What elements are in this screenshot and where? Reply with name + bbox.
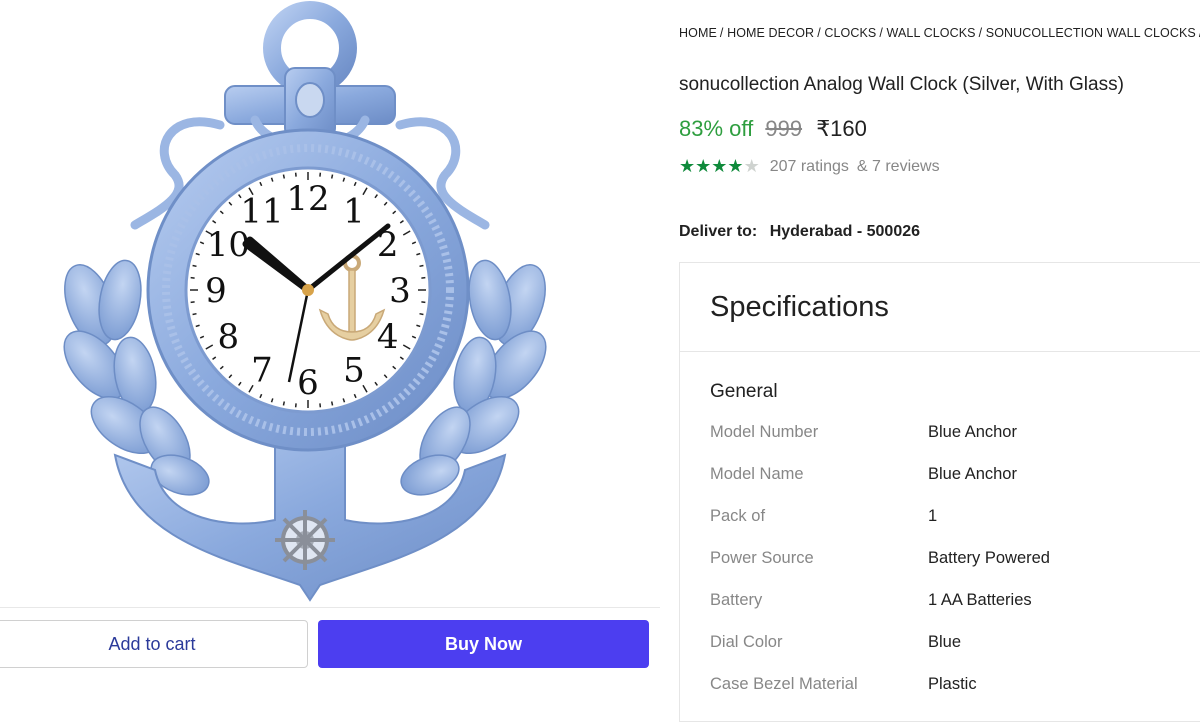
action-bar: Add to cart Buy Now xyxy=(0,607,660,698)
clock-numeral: 3 xyxy=(389,271,411,311)
discount-percent: 83% off xyxy=(679,116,753,141)
breadcrumb-home[interactable]: HOME xyxy=(679,26,717,40)
spec-value: 1 xyxy=(928,507,937,526)
spec-group-general: General xyxy=(710,381,778,403)
deliver-location-value: Hyderabad - 500026 xyxy=(770,223,920,240)
spec-value: Blue xyxy=(928,633,961,652)
breadcrumb: HOME/ HOME DECOR/ CLOCKS/ WALL CLOCKS/ S… xyxy=(679,26,1200,40)
reviews-count[interactable]: & 7 reviews xyxy=(857,158,940,176)
breadcrumb-home-decor[interactable]: HOME DECOR xyxy=(727,26,814,40)
spec-value: Blue Anchor xyxy=(928,423,1017,442)
clock-numeral: 5 xyxy=(343,351,365,391)
product-title: sonucollection Analog Wall Clock (Silver… xyxy=(679,74,1124,96)
add-to-cart-button[interactable]: Add to cart xyxy=(0,620,308,668)
clock-numeral: 8 xyxy=(218,317,240,357)
breadcrumb-brand-wall-clocks[interactable]: SONUCOLLECTION WALL CLOCKS xyxy=(986,26,1196,40)
star-filled-icon: ★ xyxy=(711,156,727,176)
spec-key: Model Name xyxy=(710,465,920,484)
spec-key: Pack of xyxy=(710,507,920,526)
clock-numeral: 4 xyxy=(377,317,399,357)
ship-wheel-icon xyxy=(275,510,335,570)
spec-key: Case Bezel Material xyxy=(710,675,920,694)
selling-price: ₹160 xyxy=(816,116,867,141)
delivery-location[interactable]: Deliver to: Hyderabad - 500026 xyxy=(679,223,920,241)
spec-value: 1 AA Batteries xyxy=(928,591,1032,610)
rating-stars: ★★★★★ xyxy=(679,157,760,177)
star-filled-icon: ★ xyxy=(727,156,743,176)
clock-numeral: 1 xyxy=(343,191,365,231)
spec-key: Dial Color xyxy=(710,633,920,652)
spec-key: Power Source xyxy=(710,549,920,568)
star-filled-icon: ★ xyxy=(679,156,695,176)
clock-numeral: 12 xyxy=(286,179,329,219)
spec-value: Plastic xyxy=(928,675,977,694)
star-empty-icon: ★ xyxy=(744,156,760,176)
clock-numeral: 6 xyxy=(297,363,319,403)
spec-value: Blue Anchor xyxy=(928,465,1017,484)
specifications-card: Specifications General Model Number Blue … xyxy=(679,262,1200,722)
breadcrumb-clocks[interactable]: CLOCKS xyxy=(824,26,876,40)
spec-key: Battery xyxy=(710,591,920,610)
original-price: 999 xyxy=(765,116,802,141)
rating-row[interactable]: ★★★★★ 207 ratings & 7 reviews xyxy=(679,157,940,177)
deliver-label: Deliver to: xyxy=(679,223,757,240)
spec-value: Battery Powered xyxy=(928,549,1050,568)
price-row: 83% off 999 ₹160 xyxy=(679,116,867,142)
buy-now-button[interactable]: Buy Now xyxy=(318,620,649,668)
specifications-heading: Specifications xyxy=(680,263,1200,352)
clock-numeral: 9 xyxy=(205,271,227,311)
spec-key: Model Number xyxy=(710,423,920,442)
clock-numeral: 7 xyxy=(251,351,273,391)
star-filled-icon: ★ xyxy=(695,156,711,176)
breadcrumb-wall-clocks[interactable]: WALL CLOCKS xyxy=(887,26,976,40)
clock-numeral: 11 xyxy=(240,191,283,231)
ratings-count[interactable]: 207 ratings xyxy=(770,158,849,176)
product-image: 121234567891011 xyxy=(0,0,630,605)
